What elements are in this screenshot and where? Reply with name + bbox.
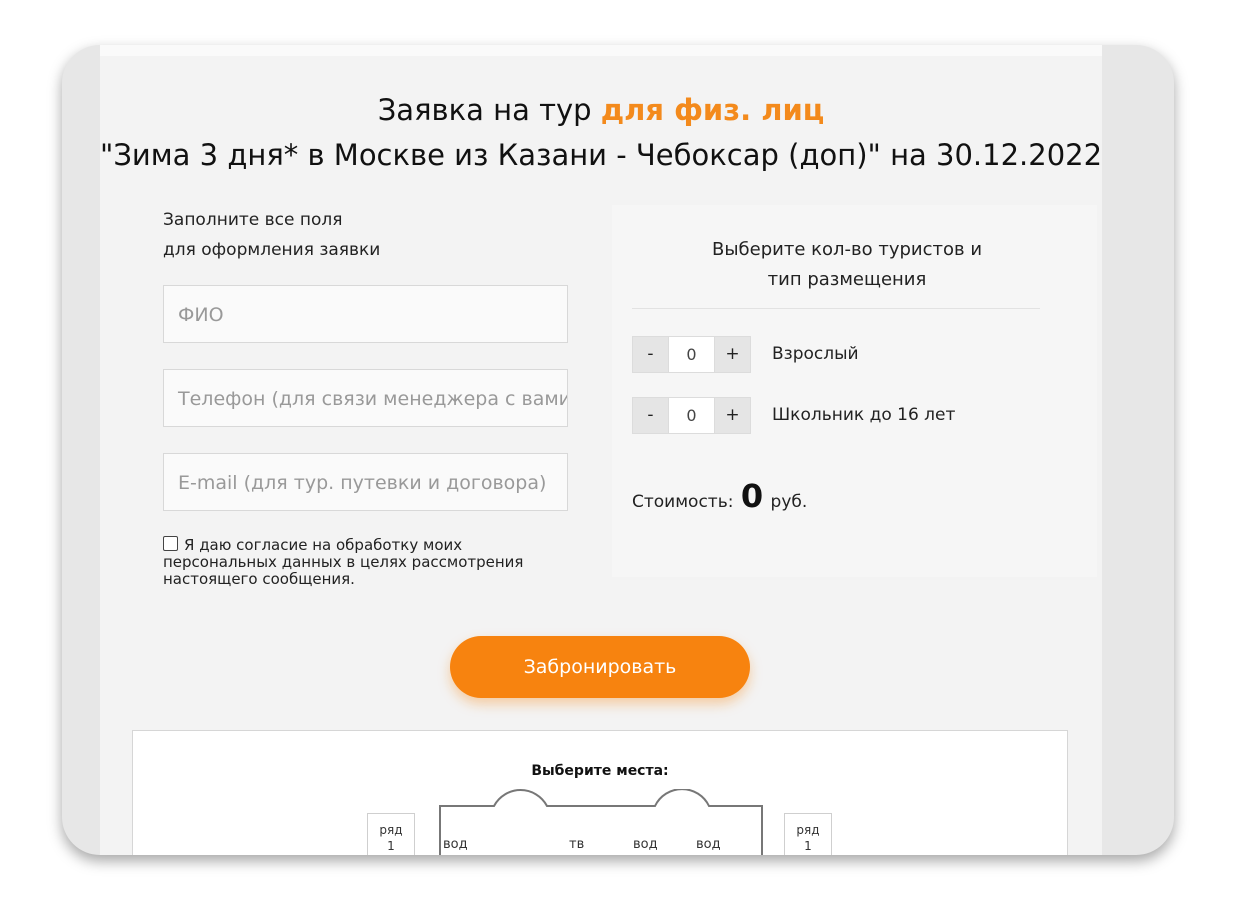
row-label-right[interactable]: ряд 1	[784, 813, 832, 855]
row-word-right: ряд	[796, 823, 820, 837]
row-number: 1	[387, 839, 395, 853]
consent-block: Я даю согласие на обработку моих персона…	[163, 536, 563, 588]
booking-page: Заявка на тур для физ. лиц "Зима 3 дня* …	[100, 45, 1102, 855]
adult-label: Взрослый	[772, 344, 859, 364]
seat-driver-3: вод	[696, 837, 721, 852]
phone-field[interactable]: Телефон (для связи менеджера с вами)	[163, 369, 568, 427]
seat-map: Выберите места: ряд 1 вод тв вод вод ряд…	[132, 730, 1068, 855]
title-accent: для физ. лиц	[600, 93, 825, 127]
email-field[interactable]: E-mail (для тур. путевки и договора)	[163, 453, 568, 511]
title-prefix: Заявка на тур	[377, 93, 592, 127]
student-stepper: - 0 +	[632, 397, 751, 434]
consent-text: Я даю согласие на обработку моих персона…	[163, 536, 524, 588]
cost-currency: руб.	[770, 492, 808, 512]
seat-driver-2: вод	[633, 837, 658, 852]
row-number-right: 1	[804, 839, 812, 853]
form-hint-line2: для оформления заявки	[163, 240, 381, 260]
student-count[interactable]: 0	[669, 397, 714, 434]
student-label: Школьник до 16 лет	[772, 405, 956, 425]
cost-label: Стоимость:	[632, 492, 734, 512]
student-plus-button[interactable]: +	[714, 397, 751, 434]
book-button[interactable]: Забронировать	[450, 636, 750, 698]
cost-value: 0	[740, 477, 764, 515]
tourists-panel: Выберите кол-во туристов и тип размещени…	[612, 205, 1097, 577]
tourists-title: Выберите кол-во туристов и тип размещени…	[612, 235, 1082, 295]
form-hint-line1: Заполните все поля	[163, 210, 343, 230]
page-card: Заявка на тур для физ. лиц "Зима 3 дня* …	[62, 45, 1174, 855]
top-strip	[100, 45, 1102, 56]
seat-driver-1: вод	[443, 837, 468, 852]
student-minus-button[interactable]: -	[632, 397, 669, 434]
adult-plus-button[interactable]: +	[714, 336, 751, 373]
consent-checkbox[interactable]	[163, 536, 178, 551]
page-title: Заявка на тур для физ. лиц	[100, 93, 1102, 127]
cost-line: Стоимость: 0 руб.	[632, 477, 807, 515]
seat-map-title: Выберите места:	[531, 763, 669, 779]
adult-stepper: - 0 +	[632, 336, 751, 373]
tour-name: "Зима 3 дня* в Москве из Казани - Чебокс…	[100, 138, 1103, 172]
name-field[interactable]: ФИО	[163, 285, 568, 343]
tourists-title-line2: тип размещения	[767, 269, 927, 290]
row-label-left[interactable]: ряд 1	[367, 813, 415, 855]
tourists-title-line1: Выберите кол-во туристов и	[711, 239, 983, 260]
form-hint: Заполните все поля для оформления заявки	[163, 205, 463, 265]
divider	[632, 308, 1040, 309]
seat-tv: тв	[569, 837, 585, 852]
adult-minus-button[interactable]: -	[632, 336, 669, 373]
adult-count[interactable]: 0	[669, 336, 714, 373]
row-word: ряд	[379, 823, 403, 837]
